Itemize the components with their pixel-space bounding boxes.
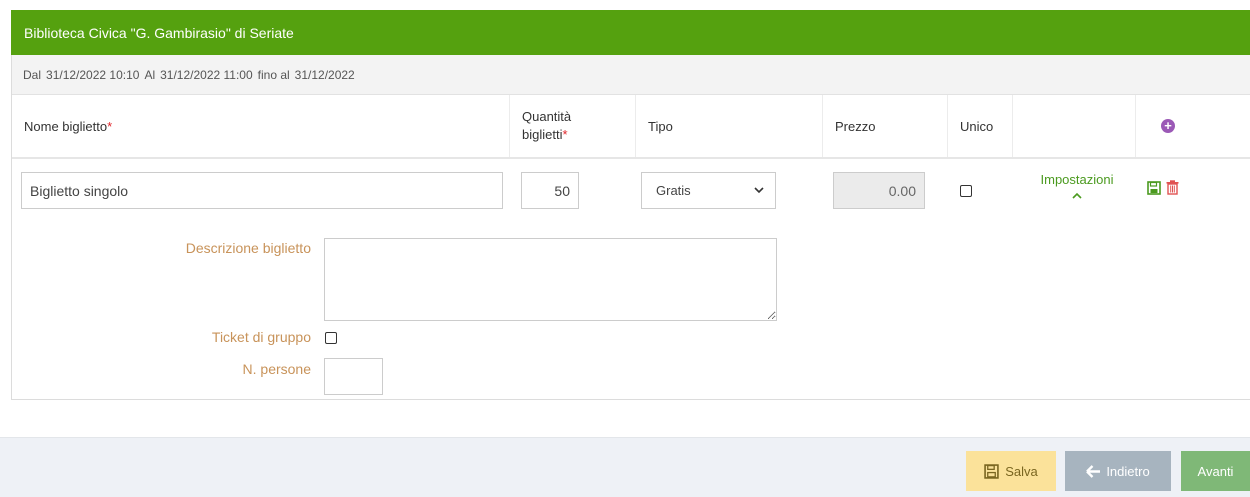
impostazioni-toggle[interactable]: Impostazioni — [1025, 172, 1129, 203]
tickets-table-header: Nome biglietto * Quantità biglietti* Tipo… — [12, 95, 1250, 159]
n-persone-input[interactable] — [324, 358, 383, 395]
footer-bar — [0, 437, 1250, 497]
impostazioni-label: Impostazioni — [1040, 172, 1114, 187]
ticket-price-input[interactable] — [833, 172, 925, 209]
ticket-quantity-input[interactable] — [521, 172, 579, 209]
unico-checkbox[interactable] — [960, 185, 972, 197]
floppy-disk-icon[interactable] — [1147, 181, 1161, 195]
ticket-name-input[interactable] — [21, 172, 503, 209]
col-tipo: Tipo — [636, 95, 823, 157]
required-mark: * — [107, 118, 113, 134]
al-label: Al — [144, 67, 156, 82]
fino-value: 31/12/2022 — [294, 67, 355, 82]
fino-label: fino al — [257, 67, 290, 82]
n-persone-label: N. persone — [242, 361, 311, 377]
floppy-disk-icon — [984, 463, 999, 479]
trash-icon[interactable] — [1166, 180, 1179, 195]
descrizione-label: Descrizione biglietto — [185, 240, 311, 256]
col-quantita-biglietti: Quantità biglietti* — [510, 95, 636, 157]
chevron-down-icon — [754, 187, 764, 194]
dal-value: 31/12/2022 10:10 — [46, 67, 140, 82]
dal-label: Dal — [23, 67, 42, 82]
ticket-type-select[interactable]: Gratis — [641, 172, 776, 209]
salva-button[interactable]: Salva — [966, 451, 1056, 491]
col-nome-biglietto: Nome biglietto * — [12, 95, 510, 157]
ticket-type-value: Gratis — [656, 183, 691, 198]
col-actions: + — [1136, 95, 1250, 157]
library-title: Biblioteca Civica "G. Gambirasio" di Ser… — [24, 24, 294, 41]
indietro-button[interactable]: Indietro — [1065, 451, 1171, 491]
required-mark: * — [562, 127, 568, 142]
avanti-button[interactable]: Avanti — [1181, 451, 1250, 491]
chevron-up-icon — [1072, 192, 1082, 199]
ticket-gruppo-label: Ticket di gruppo — [211, 329, 311, 345]
date-range-bar: Dal 31/12/2022 10:10 Al 31/12/2022 11:00… — [12, 55, 1250, 95]
plus-circle-icon[interactable]: + — [1161, 119, 1175, 133]
al-value: 31/12/2022 11:00 — [160, 67, 253, 82]
panel-header: Biblioteca Civica "G. Gambirasio" di Ser… — [11, 10, 1250, 55]
col-prezzo: Prezzo — [823, 95, 948, 157]
col-unico: Unico — [948, 95, 1013, 157]
ticket-description-textarea[interactable] — [324, 238, 777, 321]
col-impostazioni — [1013, 95, 1136, 157]
ticket-gruppo-checkbox[interactable] — [325, 332, 337, 344]
arrow-left-icon — [1086, 464, 1101, 478]
